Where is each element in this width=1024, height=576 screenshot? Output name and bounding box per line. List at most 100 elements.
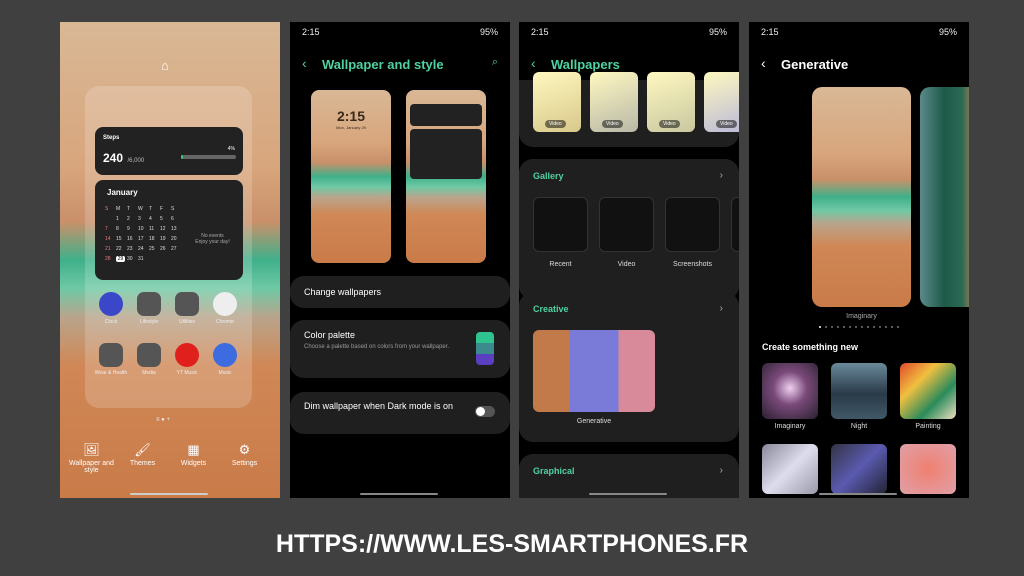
steps-widget[interactable]: Steps 240 /6,000 4% [95, 127, 243, 175]
app-clock[interactable]: Clock [92, 292, 130, 325]
change-wallpapers-item[interactable]: Change wallpapers [290, 276, 510, 308]
graphical-section[interactable]: Graphical › [519, 454, 739, 498]
calendar-day[interactable]: 20 [171, 236, 182, 242]
calendar-day[interactable]: 13 [171, 226, 182, 232]
page-dot[interactable] [897, 326, 899, 328]
calendar-day[interactable]: 26 [160, 246, 171, 252]
page-dot[interactable] [831, 326, 833, 328]
app-yt-music[interactable]: YT Music [168, 343, 206, 376]
page-dot[interactable] [885, 326, 887, 328]
style-tile[interactable] [900, 444, 956, 494]
app-chrome[interactable]: Chrome [206, 292, 244, 325]
creative-section[interactable]: Creative › Generative [519, 292, 739, 442]
app-wear-health[interactable]: Wear & Health [92, 343, 130, 376]
calendar-day[interactable]: 4 [149, 216, 160, 222]
gallery-album[interactable] [533, 197, 588, 252]
home-screen-preview[interactable] [406, 90, 486, 263]
chevron-right-icon[interactable]: › [720, 465, 723, 476]
page-dot[interactable] [855, 326, 857, 328]
calendar-day[interactable]: 5 [160, 216, 171, 222]
menu-gear[interactable]: ⚙ Settings [217, 442, 272, 467]
calendar-day[interactable]: 25 [149, 246, 160, 252]
app-media[interactable]: Media [130, 343, 168, 376]
gallery-album[interactable] [665, 197, 720, 252]
style-tile[interactable] [831, 444, 887, 494]
gallery-album[interactable] [599, 197, 654, 252]
calendar-day[interactable]: 15 [116, 236, 127, 242]
back-button[interactable]: ‹ [302, 55, 307, 71]
page-dot[interactable] [891, 326, 893, 328]
calendar-day[interactable]: 18 [149, 236, 160, 242]
calendar-day[interactable]: 12 [160, 226, 171, 232]
style-tile[interactable] [762, 444, 818, 494]
app-music[interactable]: Music [206, 343, 244, 376]
video-wallpaper[interactable]: Video [590, 72, 638, 132]
generative-collage[interactable] [533, 330, 655, 412]
page-dot[interactable] [843, 326, 845, 328]
calendar-day[interactable]: 27 [171, 246, 182, 252]
page-dot[interactable] [873, 326, 875, 328]
calendar-day[interactable]: 21 [105, 246, 116, 252]
menu-widgets[interactable]: ▦ Widgets [166, 442, 221, 467]
gallery-album[interactable] [731, 197, 739, 252]
page-dot[interactable] [867, 326, 869, 328]
search-icon[interactable]: ⌕ [492, 56, 498, 69]
calendar-day[interactable]: 8 [116, 226, 127, 232]
page-dot[interactable] [837, 326, 839, 328]
page-dots[interactable] [819, 326, 899, 328]
palette-swatch[interactable] [476, 332, 494, 365]
calendar-day[interactable]: 14 [105, 236, 116, 242]
page-dot[interactable] [819, 326, 821, 328]
page-indicator[interactable]: ≡ ● + [156, 417, 170, 423]
calendar-day[interactable]: 6 [171, 216, 182, 222]
calendar-day[interactable]: 23 [127, 246, 138, 252]
chevron-right-icon[interactable]: › [720, 170, 723, 181]
calendar-day[interactable]: 16 [127, 236, 138, 242]
app-utilities[interactable]: Utilities [168, 292, 206, 325]
wallpaper-preview-next[interactable] [920, 87, 969, 307]
calendar-day[interactable]: 28 [105, 256, 116, 262]
calendar-day[interactable]: 7 [105, 226, 116, 232]
menu-brush[interactable]: 🖌 Themes [115, 442, 170, 467]
calendar-widget[interactable]: January S M T W T F S 1 2 3 4 5 6 7 8 9 10 11 12 13 14 15 16 17… [95, 180, 243, 280]
video-wallpaper[interactable]: Video [647, 72, 695, 132]
gallery-section[interactable]: Gallery › Recent Video Screenshots Sk [519, 159, 739, 300]
app-lifestyle[interactable]: Lifestyle [130, 292, 168, 325]
page-dot[interactable] [879, 326, 881, 328]
dim-wallpaper-toggle[interactable] [475, 406, 495, 417]
calendar-day[interactable]: 24 [138, 246, 149, 252]
footer-url: HTTPS://WWW.LES-SMARTPHONES.FR [275, 530, 749, 558]
page-dot[interactable] [861, 326, 863, 328]
lock-screen-preview[interactable]: 2:15 Mon, January 29 [311, 90, 391, 263]
calendar-day[interactable]: 9 [127, 226, 138, 232]
dim-wallpaper-item[interactable]: Dim wallpaper when Dark mode is on [290, 392, 510, 434]
calendar-day[interactable]: 30 [127, 256, 138, 262]
back-button[interactable]: ‹ [531, 55, 536, 71]
menu-image[interactable]: 🖼 Wallpaper and style [64, 442, 119, 474]
back-button[interactable]: ‹ [761, 55, 766, 71]
calendar-day[interactable]: 22 [116, 246, 127, 252]
calendar-day[interactable]: 29 [116, 256, 125, 262]
video-wallpaper[interactable]: Video [704, 72, 739, 132]
page-dot[interactable] [825, 326, 827, 328]
calendar-day[interactable] [105, 216, 116, 222]
style-painting[interactable] [900, 363, 956, 419]
calendar-day[interactable]: 2 [127, 216, 138, 222]
style-label: Imaginary [774, 423, 806, 430]
calendar-day[interactable]: 17 [138, 236, 149, 242]
chevron-right-icon[interactable]: › [720, 303, 723, 314]
calendar-day[interactable]: 10 [138, 226, 149, 232]
page-dot[interactable] [849, 326, 851, 328]
calendar-day[interactable]: 19 [160, 236, 171, 242]
style-imaginary[interactable] [762, 363, 818, 419]
style-night[interactable] [831, 363, 887, 419]
home-icon[interactable]: ⌂ [161, 58, 169, 73]
menu-label: Widgets [180, 460, 207, 467]
video-wallpaper[interactable]: Video [533, 72, 581, 132]
calendar-day[interactable]: 11 [149, 226, 160, 232]
calendar-day[interactable]: 1 [116, 216, 127, 222]
calendar-day[interactable]: 3 [138, 216, 149, 222]
color-palette-item[interactable]: Color palette Choose a palette based on … [290, 320, 510, 378]
calendar-day[interactable]: 31 [138, 256, 149, 262]
wallpaper-preview[interactable] [812, 87, 911, 307]
